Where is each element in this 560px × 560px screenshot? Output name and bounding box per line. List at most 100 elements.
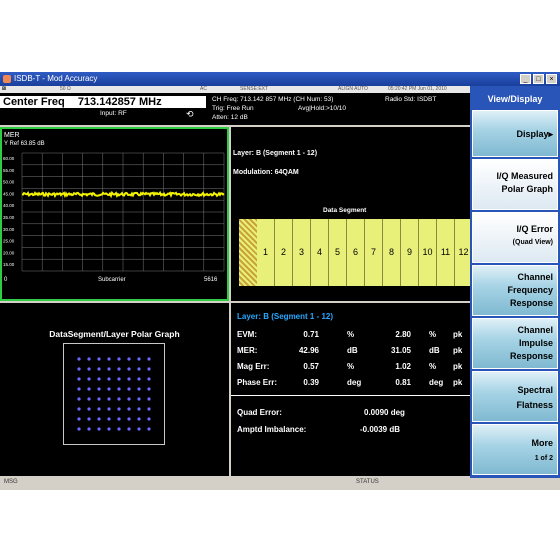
- submenu-arrow-icon: ▸: [548, 129, 553, 139]
- constellation-dot: [87, 367, 91, 371]
- constellation-dot: [117, 417, 121, 421]
- quad-view-label: (Quad View): [512, 239, 553, 246]
- radio-std-label: Radio Std: ISDBT: [385, 96, 437, 103]
- avg-hold-label: Avg|Hold:>10/10: [298, 105, 347, 112]
- metric-v1: 0.71: [303, 330, 319, 339]
- metric-u1: %: [347, 362, 355, 371]
- metrics-divider: [231, 395, 470, 396]
- mer-yref: Y Ref 63.85 dB: [4, 141, 45, 147]
- display-label: Display: [516, 129, 549, 139]
- constellation-dot: [137, 357, 141, 361]
- constellation-dot: [77, 397, 81, 401]
- constellation-dot: [127, 377, 131, 381]
- constellation-dot: [97, 407, 101, 411]
- iq-error-quad-softkey[interactable]: I/Q Error (Quad View): [472, 212, 558, 263]
- metrics-layer-label: Layer: B (Segment 1 - 12): [237, 312, 334, 321]
- metrics-panel[interactable]: Layer: B (Segment 1 - 12) EVM: 0.71% 2.80%…: [231, 303, 470, 476]
- ch-freq-label: CH Freq: 713.142 857 MHz (CH Num: 53): [212, 96, 334, 103]
- constellation-dot: [127, 417, 131, 421]
- center-freq-display[interactable]: Center Freq 713.142857 MHz: [0, 96, 206, 108]
- mer-y-tick-label: 20.00: [3, 250, 15, 255]
- mer-y-tick-label: 50.00: [3, 180, 15, 185]
- channel-imp-label-2: Impulse: [518, 338, 553, 348]
- metric-u1: deg: [347, 378, 362, 387]
- constellation-dot: [87, 377, 91, 381]
- metric-v1: 0.57: [303, 362, 319, 371]
- mer-y-tick-label: 60.00: [3, 156, 15, 161]
- metric-label: Phase Err:: [237, 378, 278, 387]
- metric-u2: %: [429, 330, 437, 339]
- segment-cell: 2: [275, 219, 293, 286]
- constellation-dot: [87, 397, 91, 401]
- metric-v2: 1.02: [395, 362, 411, 371]
- amptd-imbalance-label: Amptd Imbalance:: [237, 425, 307, 434]
- display-softkey[interactable]: Display▸: [472, 110, 558, 157]
- quad-error-label: Quad Error:: [237, 408, 282, 417]
- segment-cell: 4: [311, 219, 329, 286]
- constellation-dot: [77, 357, 81, 361]
- segment-cell: 7: [365, 219, 383, 286]
- iq-measured-polar-softkey[interactable]: I/Q Measured Polar Graph: [472, 159, 558, 210]
- metric-label: Mag Err:: [237, 362, 270, 371]
- metric-v2: 2.80: [395, 330, 411, 339]
- data-segment-label: Data Segment: [323, 207, 367, 214]
- close-button[interactable]: ×: [546, 74, 557, 84]
- mer-xlabel: Subcarrier: [98, 277, 126, 283]
- title-bar: ISDB-T - Mod Accuracy _ □ ×: [0, 72, 560, 86]
- constellation-dot: [97, 427, 101, 431]
- constellation-dot: [107, 377, 111, 381]
- mer-panel[interactable]: MER Y Ref 63.85 dB 60.00 55.00 50.00 45.00 4…: [0, 127, 229, 301]
- metric-u2: deg: [429, 378, 444, 387]
- constellation-dot: [87, 407, 91, 411]
- center-freq-value: 713.142857 MHz: [77, 96, 162, 108]
- more-softkey[interactable]: More 1 of 2: [472, 424, 558, 475]
- metric-v1: 0.39: [303, 378, 319, 387]
- mer-y-tick-labels: 60.00 55.00 50.00 45.00 40.00 35.00 30.00 25.00…: [3, 156, 15, 267]
- constellation-dot: [137, 387, 141, 391]
- metric-u1: %: [347, 330, 355, 339]
- constellation-dot: [107, 397, 111, 401]
- segment-cell: 8: [383, 219, 401, 286]
- minimize-button[interactable]: _: [520, 74, 531, 84]
- constellation-dot: [77, 407, 81, 411]
- segment-cell: 5: [329, 219, 347, 286]
- align-indicator: ALIGN AUTO: [338, 86, 368, 92]
- modulation-label: Modulation: 64QAM: [233, 169, 299, 176]
- constellation-dot: [127, 357, 131, 361]
- mer-y-tick-label: 30.00: [3, 227, 15, 232]
- softkey-panel: View/Display Display▸ I/Q Measured Polar…: [470, 86, 560, 478]
- polar-panel[interactable]: DataSegment/Layer Polar Graph: [0, 303, 229, 476]
- segment-panel[interactable]: Layer: B (Segment 1 - 12) Modulation: 64…: [231, 127, 473, 301]
- channel-impulse-response-softkey[interactable]: Channel Impulse Response: [472, 318, 558, 369]
- constellation-dot: [97, 417, 101, 421]
- datetime: 05:20:42 PM Jun 01, 2010: [388, 86, 447, 92]
- more-label: More: [531, 438, 553, 448]
- constellation-dot: [147, 387, 151, 391]
- maximize-button[interactable]: □: [533, 74, 544, 84]
- channel-freq-response-softkey[interactable]: Channel Frequency Response: [472, 265, 558, 316]
- iq-measured-label: I/Q Measured: [496, 171, 553, 181]
- constellation-dot: [107, 427, 111, 431]
- analyzer-window: ISDB-T - Mod Accuracy _ □ × ₪ 50 Ω AC SE…: [0, 72, 560, 490]
- measurement-header: Center Freq 713.142857 MHz Input: RF ⟲ C…: [0, 93, 470, 125]
- constellation-dot: [107, 367, 111, 371]
- metric-u2: %: [429, 362, 437, 371]
- spectral-flatness-softkey[interactable]: Spectral Flatness: [472, 371, 558, 422]
- status-bar: MSG STATUS: [0, 476, 470, 490]
- amptd-imbalance-value: -0.0039 dB: [360, 425, 401, 434]
- constellation-dot: [107, 407, 111, 411]
- segment-cell: 11: [437, 219, 455, 286]
- menu-title: View/Display: [487, 94, 543, 104]
- metric-tag: pk: [453, 378, 463, 387]
- channel-freq-label-2: Frequency: [507, 285, 553, 295]
- constellation-dot: [127, 427, 131, 431]
- coupling-indicator: AC: [200, 86, 207, 92]
- input-cycle-icon[interactable]: ⟲: [186, 109, 194, 120]
- mer-y-tick-label: 25.00: [3, 239, 15, 244]
- constellation-dot: [117, 357, 121, 361]
- constellation-dot: [77, 427, 81, 431]
- mer-grid: [21, 152, 225, 272]
- constellation-dot: [147, 407, 151, 411]
- constellation-dot: [87, 427, 91, 431]
- constellation-dot: [147, 367, 151, 371]
